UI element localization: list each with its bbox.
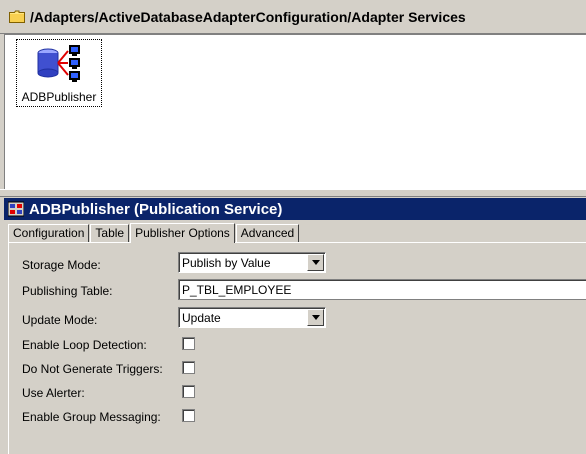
pane-splitter[interactable] xyxy=(0,189,586,197)
chevron-down-icon[interactable] xyxy=(307,254,324,271)
chevron-down-icon[interactable] xyxy=(307,309,324,326)
tab-configuration[interactable]: Configuration xyxy=(8,224,90,242)
tab-publisher-options[interactable]: Publisher Options xyxy=(130,223,235,243)
service-detail-header: ADBPublisher (Publication Service) xyxy=(4,198,586,220)
folder-icon xyxy=(9,10,25,23)
folder-path-title: /Adapters/ActiveDatabaseAdapterConfigura… xyxy=(30,8,466,25)
publishing-table-value: P_TBL_EMPLOYEE xyxy=(182,283,292,297)
adapter-service-tile[interactable]: ADBPublisher xyxy=(16,39,102,107)
database-publisher-icon xyxy=(36,43,86,92)
publishing-table-label: Publishing Table: xyxy=(22,284,113,298)
storage-mode-value: Publish by Value xyxy=(182,256,271,270)
use-alerter-checkbox[interactable] xyxy=(182,385,195,398)
tab-advanced[interactable]: Advanced xyxy=(235,224,300,242)
loop-detection-checkbox[interactable] xyxy=(182,337,195,350)
service-detail-title: ADBPublisher (Publication Service) xyxy=(29,200,283,218)
group-messaging-checkbox[interactable] xyxy=(182,409,195,422)
storage-mode-select[interactable]: Publish by Value xyxy=(178,252,326,273)
tab-bar: Configuration Table Publisher Options Ad… xyxy=(8,222,300,243)
update-mode-value: Update xyxy=(182,311,221,325)
update-mode-select[interactable]: Update xyxy=(178,307,326,328)
no-triggers-label: Do Not Generate Triggers: xyxy=(22,362,163,376)
publication-service-icon xyxy=(7,201,25,217)
use-alerter-label: Use Alerter: xyxy=(22,386,85,400)
group-messaging-label: Enable Group Messaging: xyxy=(22,410,161,424)
tab-table[interactable]: Table xyxy=(90,224,130,242)
publishing-table-field[interactable]: P_TBL_EMPLOYEE xyxy=(178,279,586,300)
adapter-services-panel[interactable]: ADBPublisher xyxy=(4,34,586,189)
storage-mode-label: Storage Mode: xyxy=(22,258,101,272)
service-label: ADBPublisher xyxy=(21,90,97,104)
loop-detection-label: Enable Loop Detection: xyxy=(22,338,147,352)
update-mode-label: Update Mode: xyxy=(22,313,98,327)
folder-path-bar: /Adapters/ActiveDatabaseAdapterConfigura… xyxy=(0,0,586,34)
no-triggers-checkbox[interactable] xyxy=(182,361,195,374)
